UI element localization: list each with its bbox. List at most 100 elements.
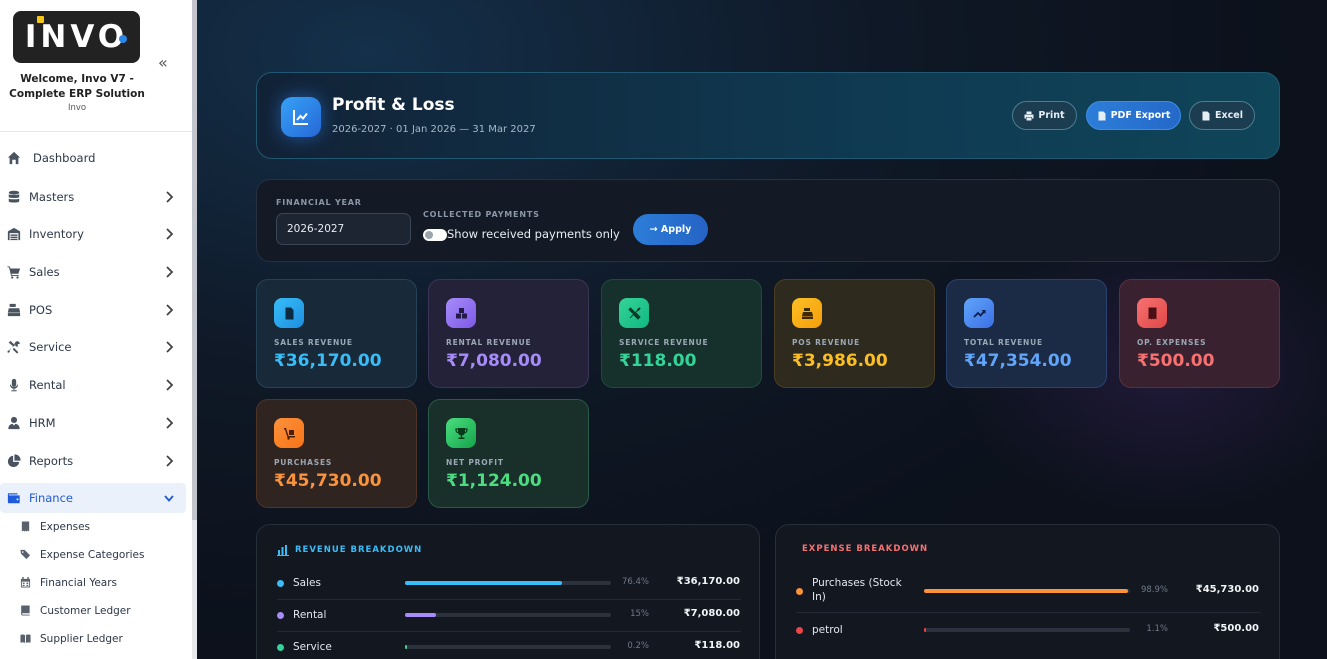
chevron-right-icon xyxy=(164,265,174,279)
sidebar-subitem-expense-categories[interactable]: Expense Categories xyxy=(0,544,186,566)
stat-label: PURCHASES xyxy=(274,458,333,467)
stat-label: TOTAL REVENUE xyxy=(964,338,1043,347)
breakdown-bar-fill xyxy=(924,628,927,632)
sidebar-item-label: Rental xyxy=(29,378,66,392)
main-content: Profit & Loss 2026-2027 · 01 Jan 2026 — … xyxy=(197,0,1327,659)
pdf-export-button-label: PDF Export xyxy=(1110,110,1171,121)
stat-card-service-revenue: SERVICE REVENUE ₹118.00 xyxy=(601,279,762,388)
apply-button[interactable]: → Apply xyxy=(633,214,708,245)
breakdown-bar-track xyxy=(924,589,1130,593)
stat-card-pos-revenue: POS REVENUE ₹3,986.00 xyxy=(774,279,935,388)
breakdown-bar-track xyxy=(405,581,611,585)
stat-value: ₹1,124.00 xyxy=(446,471,542,491)
excel-button[interactable]: Excel xyxy=(1189,101,1255,130)
dolly-icon xyxy=(274,418,304,448)
print-button-label: Print xyxy=(1038,110,1065,121)
breakdown-percent: 0.2% xyxy=(627,641,649,651)
stat-card-net-profit: NET PROFIT ₹1,124.00 xyxy=(428,399,589,508)
sidebar-item-hrm[interactable]: HRM xyxy=(0,408,186,438)
pdf-export-button[interactable]: PDF Export xyxy=(1086,101,1181,130)
legend-dot xyxy=(277,580,284,587)
sidebar-subitem-customer-ledger[interactable]: Customer Ledger xyxy=(0,600,186,622)
sidebar-divider xyxy=(0,131,192,132)
stat-label: POS REVENUE xyxy=(792,338,861,347)
sidebar-item-masters[interactable]: Masters xyxy=(0,182,186,212)
file-pdf-icon xyxy=(1098,111,1106,120)
book-open-icon xyxy=(20,633,32,645)
sidebar-subitem-financial-years[interactable]: Financial Years xyxy=(0,572,186,594)
sidebar-subitem-label: Customer Ledger xyxy=(40,605,131,617)
breakdown-name: Sales xyxy=(293,577,321,589)
breakdown-amount: ₹118.00 xyxy=(694,640,740,651)
breakdown-name: Purchases (Stock In) xyxy=(812,577,902,603)
legend-dot xyxy=(277,612,284,619)
sidebar-item-label: Reports xyxy=(29,454,74,468)
stat-value: ₹118.00 xyxy=(619,351,697,371)
collected-payments-label: COLLECTED PAYMENTS xyxy=(423,210,540,219)
sidebar-subitem-supplier-ledger[interactable]: Supplier Ledger xyxy=(0,628,186,650)
revenue-breakdown-panel: REVENUE BREAKDOWN Sales 76.4% ₹36,170.00 Re… xyxy=(256,524,760,659)
sidebar-item-inventory[interactable]: Inventory xyxy=(0,219,186,249)
revenue-row: Rental 15% ₹7,080.00 xyxy=(257,600,761,632)
stat-label: NET PROFIT xyxy=(446,458,504,467)
pie-chart-icon xyxy=(6,453,22,469)
stat-label: RENTAL REVENUE xyxy=(446,338,532,347)
print-icon xyxy=(1024,111,1034,120)
sidebar-subitem-label: Expenses xyxy=(40,521,91,533)
chevron-right-icon xyxy=(164,190,174,204)
collapse-sidebar-icon[interactable]: « xyxy=(158,53,168,72)
sidebar-subitem-label: Supplier Ledger xyxy=(40,633,123,645)
sidebar-subitem-label: Expense Categories xyxy=(40,549,145,561)
toggle-knob xyxy=(425,231,433,239)
stat-value: ₹36,170.00 xyxy=(274,351,382,371)
breakdown-name: petrol xyxy=(812,624,843,636)
sidebar-item-dashboard[interactable]: Dashboard xyxy=(0,143,186,173)
sidebar-item-sales[interactable]: Sales xyxy=(0,257,186,287)
sidebar-item-label: Inventory xyxy=(29,227,84,241)
stat-label: OP. EXPENSES xyxy=(1137,338,1207,347)
stat-value: ₹47,354.00 xyxy=(964,351,1072,371)
financial-year-select[interactable]: 2026-2027 xyxy=(276,213,411,245)
breakdown-name: Service xyxy=(293,641,332,653)
company-name: Invo xyxy=(67,103,87,113)
page-title: Profit & Loss xyxy=(332,95,455,115)
logo-accent xyxy=(37,16,44,23)
breakdown-bar-track xyxy=(924,628,1130,632)
sidebar-item-reports[interactable]: Reports xyxy=(0,446,186,476)
cash-register-icon xyxy=(6,302,22,318)
sidebar-subitem-expenses[interactable]: Expenses xyxy=(0,516,186,538)
stat-value: ₹7,080.00 xyxy=(446,351,542,371)
logo[interactable]: INVO xyxy=(13,11,140,63)
revenue-breakdown-title: REVENUE BREAKDOWN xyxy=(277,544,422,556)
user-tie-icon xyxy=(6,415,22,431)
print-button[interactable]: Print xyxy=(1012,101,1077,130)
revenue-row: Service 0.2% ₹118.00 xyxy=(257,632,761,659)
sidebar-item-service[interactable]: Service xyxy=(0,332,186,362)
sidebar-item-finance[interactable]: Finance xyxy=(0,483,186,513)
revenue-row: Sales 76.4% ₹36,170.00 xyxy=(257,568,761,600)
chart-bar-icon xyxy=(277,545,289,556)
breakdown-percent: 15% xyxy=(630,609,649,619)
boxes-icon xyxy=(446,298,476,328)
sidebar-item-label: Dashboard xyxy=(33,151,96,165)
legend-dot xyxy=(796,588,803,595)
legend-dot xyxy=(796,627,803,634)
database-icon xyxy=(6,189,22,205)
sidebar-item-label: Sales xyxy=(29,265,60,279)
cart-icon xyxy=(6,264,22,280)
chevron-right-icon xyxy=(164,227,174,241)
logo-text: INVO xyxy=(24,19,129,55)
breakdown-bar-fill xyxy=(405,645,407,649)
sidebar-item-pos[interactable]: POS xyxy=(0,295,186,325)
sidebar-item-rental[interactable]: Rental xyxy=(0,370,186,400)
breakdown-bar-fill xyxy=(405,613,436,617)
received-payments-toggle-label[interactable]: Show received payments only xyxy=(447,227,620,241)
sidebar-item-label: HRM xyxy=(29,416,56,430)
received-payments-toggle[interactable] xyxy=(423,229,447,241)
excel-button-label: Excel xyxy=(1215,110,1243,121)
breakdown-name: Rental xyxy=(293,609,327,621)
chevron-right-icon xyxy=(164,416,174,430)
revenue-breakdown-title-text: REVENUE BREAKDOWN xyxy=(295,545,423,555)
sidebar-item-label: Service xyxy=(29,340,72,354)
expense-breakdown-title: EXPENSE BREAKDOWN xyxy=(802,544,928,554)
